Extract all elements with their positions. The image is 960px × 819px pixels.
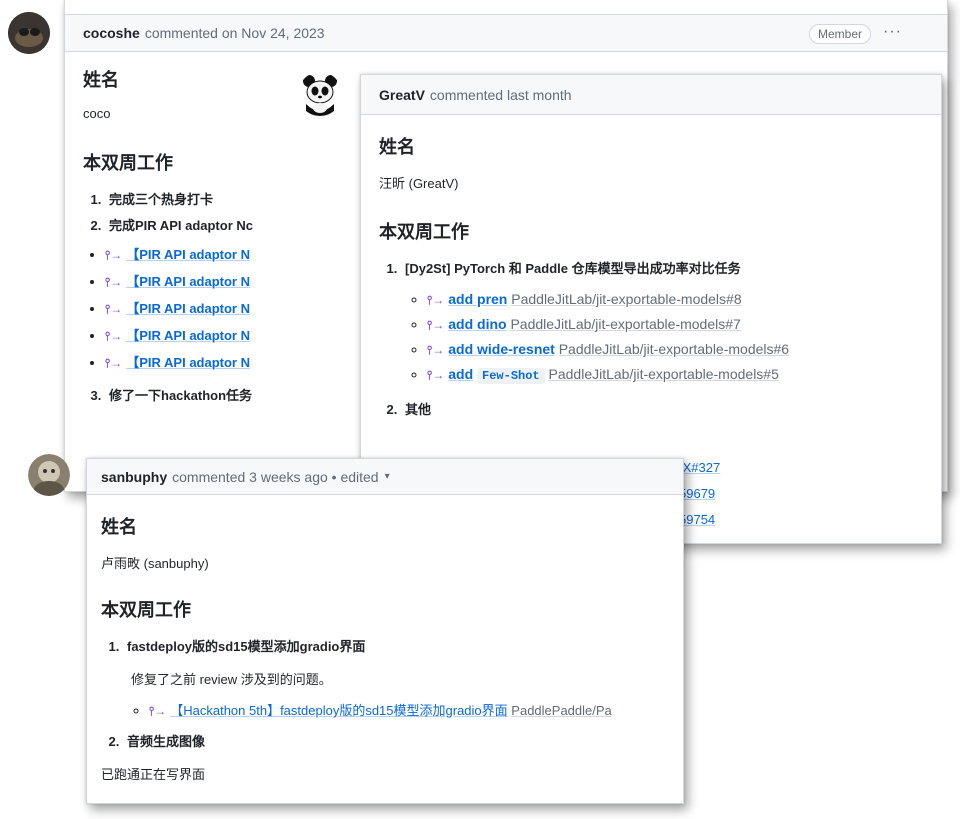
git-pull-request-icon: ⫯→ xyxy=(105,302,123,316)
git-pull-request-icon: ⫯→ xyxy=(427,318,445,332)
inline-code: Few-Shot xyxy=(477,368,545,384)
list-item: [Dy2St] PyTorch 和 Paddle 仓库模型导出成功率对比任务 xyxy=(401,258,941,277)
comment-timestamp[interactable]: commented last month xyxy=(430,87,572,103)
comment-header: cocoshe commented on Nov 24, 2023 Member… xyxy=(65,14,947,52)
chevron-down-icon[interactable]: ▾ xyxy=(385,471,390,482)
pr-reference[interactable]: PaddleJitLab/jit-exportable-models#7 xyxy=(510,316,740,332)
avatar-sanbuphy[interactable] xyxy=(28,454,70,496)
comment-card-sanbuphy: sanbuphy commented 3 weeks ago • edited … xyxy=(86,458,684,804)
git-pull-request-icon: ⫯→ xyxy=(149,704,167,718)
issue-ref-link[interactable]: 59754 xyxy=(679,507,720,533)
name-value: 汪昕 (GreatV) xyxy=(379,176,459,191)
pr-link[interactable]: 【Hackathon 5th】fastdeploy版的sd15模型添加gradi… xyxy=(170,703,507,718)
comment-timestamp[interactable]: commented on Nov 24, 2023 xyxy=(145,25,325,41)
git-pull-request-icon: ⫯→ xyxy=(105,248,123,262)
avatar-cocoshe[interactable] xyxy=(8,12,50,54)
item-description: 已跑通正在写界面 xyxy=(101,767,206,782)
pr-link[interactable]: 【PIR API adaptor N xyxy=(126,328,250,343)
more-options-icon[interactable]: ··· xyxy=(883,23,902,41)
issue-ref-link[interactable]: 59679 xyxy=(679,481,720,507)
issue-ref-link[interactable]: IX#327 xyxy=(679,455,720,481)
work-heading: 本双周工作 xyxy=(101,600,191,620)
name-heading: 姓名 xyxy=(379,137,415,157)
pr-item: ⫯→add Few-Shot PaddleJitLab/jit-exportab… xyxy=(427,366,941,384)
pr-link[interactable]: add pren xyxy=(448,291,507,307)
name-heading: 姓名 xyxy=(101,517,137,537)
pr-link[interactable]: add xyxy=(448,366,473,382)
pr-item: ⫯→add pren PaddleJitLab/jit-exportable-m… xyxy=(427,291,941,308)
git-pull-request-icon: ⫯→ xyxy=(105,275,123,289)
author-link[interactable]: GreatV xyxy=(379,87,425,103)
git-pull-request-icon: ⫯→ xyxy=(427,293,445,307)
pr-item: ⫯→add wide-resnet PaddleJitLab/jit-expor… xyxy=(427,341,941,358)
pr-item: ⫯→add dino PaddleJitLab/jit-exportable-m… xyxy=(427,316,941,333)
pr-link[interactable]: add dino xyxy=(448,316,506,332)
comment-body: 姓名 汪昕 (GreatV) 本双周工作 [Dy2St] PyTorch 和 P… xyxy=(361,133,941,527)
pr-link[interactable]: 【PIR API adaptor N xyxy=(126,274,250,289)
pr-item: ⫯→【Hackathon 5th】fastdeploy版的sd15模型添加gra… xyxy=(149,700,683,719)
git-pull-request-icon: ⫯→ xyxy=(427,368,445,382)
pr-link[interactable]: 【PIR API adaptor N xyxy=(126,247,250,262)
comment-header: sanbuphy commented 3 weeks ago • edited … xyxy=(87,459,683,495)
work-list: [Dy2St] PyTorch 和 Paddle 仓库模型导出成功率对比任务 xyxy=(401,258,941,277)
item-description: 修复了之前 review 涉及到的问题。 xyxy=(131,672,332,687)
work-heading: 本双周工作 xyxy=(379,222,469,242)
pr-reference[interactable]: PaddleJitLab/jit-exportable-models#6 xyxy=(559,341,789,357)
work-list-cont: 音频生成图像 xyxy=(123,731,683,750)
author-link[interactable]: cocoshe xyxy=(83,25,140,41)
comment-body: 姓名 卢雨畋 (sanbuphy) 本双周工作 fastdeploy版的sd15… xyxy=(87,513,683,803)
extra-refs: IX#327 59679 59754 xyxy=(679,455,720,533)
member-badge: Member xyxy=(809,24,872,44)
git-pull-request-icon: ⫯→ xyxy=(105,329,123,343)
git-pull-request-icon: ⫯→ xyxy=(427,343,445,357)
pr-reference[interactable]: PaddlePaddle/Pa xyxy=(511,703,611,718)
comment-header: GreatV commented last month xyxy=(361,75,941,115)
name-value: 卢雨畋 (sanbuphy) xyxy=(101,556,209,571)
pr-reference[interactable]: PaddleJitLab/jit-exportable-models#8 xyxy=(511,291,741,307)
pr-list: ⫯→【Hackathon 5th】fastdeploy版的sd15模型添加gra… xyxy=(149,700,683,719)
work-list: fastdeploy版的sd15模型添加gradio界面 xyxy=(123,636,683,655)
avatar-greatv[interactable] xyxy=(298,72,342,116)
pr-link[interactable]: 【PIR API adaptor N xyxy=(126,301,250,316)
pr-link[interactable]: 【PIR API adaptor N xyxy=(126,355,250,370)
pr-list: ⫯→add pren PaddleJitLab/jit-exportable-m… xyxy=(427,291,941,384)
git-pull-request-icon: ⫯→ xyxy=(105,356,123,370)
list-item: 其他 xyxy=(401,399,941,418)
work-list-cont: 其他 xyxy=(401,399,941,418)
list-item: 音频生成图像 xyxy=(123,731,683,750)
pr-link[interactable]: add wide-resnet xyxy=(448,341,555,357)
pr-reference[interactable]: PaddleJitLab/jit-exportable-models#5 xyxy=(549,366,779,382)
author-link[interactable]: sanbuphy xyxy=(101,469,167,485)
comment-timestamp[interactable]: commented 3 weeks ago • edited xyxy=(172,469,378,485)
list-item: fastdeploy版的sd15模型添加gradio界面 xyxy=(123,636,683,655)
